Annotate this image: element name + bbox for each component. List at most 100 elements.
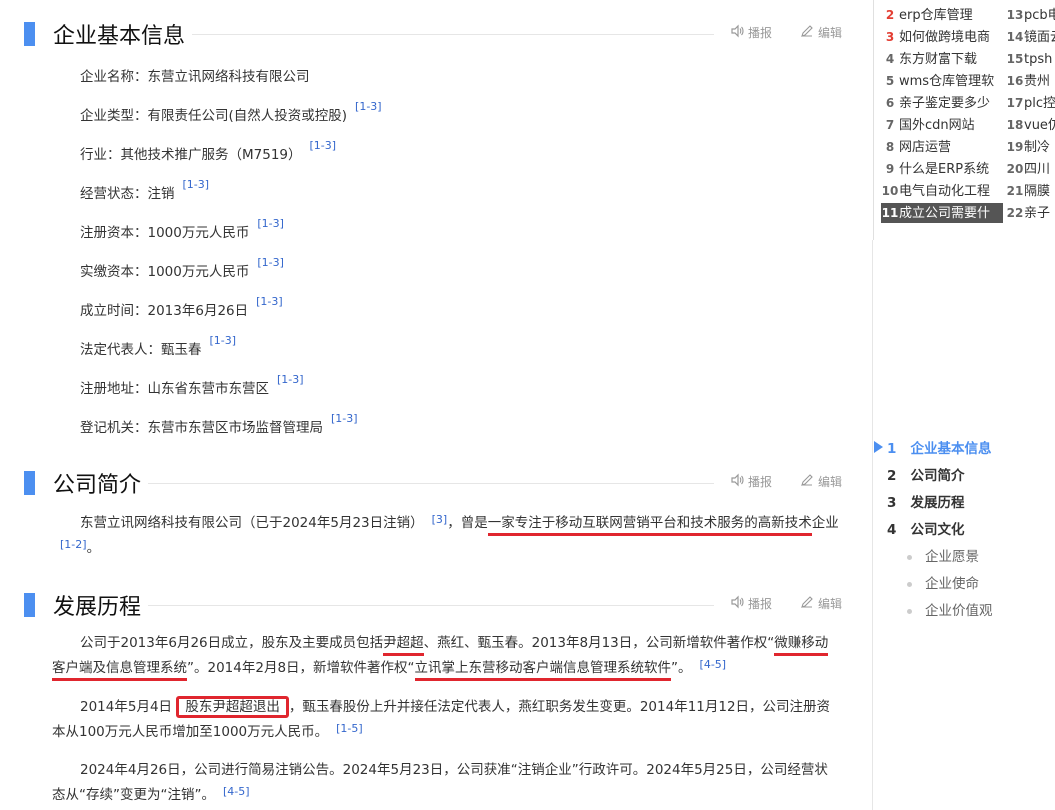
toc-sub-values[interactable]: 企业价值观 [907, 599, 993, 619]
toc-current-indicator [874, 438, 883, 457]
citation-link[interactable]: [4-5] [223, 785, 250, 798]
rank-item[interactable]: 22亲子 [1006, 203, 1055, 223]
citation-link[interactable]: [1-3] [331, 412, 358, 425]
rank-item[interactable]: 3 如何做跨境电商 [881, 27, 1003, 47]
rank-number: 6 [885, 96, 895, 110]
rank-item[interactable]: 14镜面云 [1006, 27, 1055, 47]
highlighted-text: 一家专注于移动互联网营销平台和技术服务的高新技术 [487, 515, 812, 536]
rank-item[interactable]: 4 东方财富下载 [881, 49, 1003, 69]
article-main: 企业基本信息 播报 编辑 企业名称：东营立讯网络科技有限公司 企业类型：有限责任… [0, 0, 860, 810]
rank-item[interactable]: 7 国外cdn网站 [881, 115, 1003, 135]
citation-link[interactable]: [1-3] [257, 217, 284, 230]
edit-label: 编辑 [818, 597, 843, 611]
pencil-icon [800, 24, 814, 41]
rank-item[interactable]: 17plc控 [1006, 93, 1055, 113]
section-marker [24, 471, 35, 495]
play-label: 播报 [748, 26, 773, 40]
citation-link[interactable]: [1-3] [310, 139, 337, 152]
rank-number: 10 [881, 184, 899, 198]
speaker-icon [730, 24, 744, 41]
toc-sub-vision[interactable]: 企业愿景 [907, 545, 979, 565]
info-row-authority: 登记机关：东营市东营区市场监督管理局[1-3] [80, 412, 358, 436]
info-row-type: 企业类型：有限责任公司(自然人投资或控股)[1-3] [80, 100, 382, 124]
rank-label: 隔膜 [1024, 184, 1051, 199]
citation-link[interactable]: [1-2] [60, 538, 87, 551]
rank-item[interactable]: 21隔膜 [1006, 181, 1055, 201]
rank-item[interactable]: 8 网店运营 [881, 137, 1003, 157]
rank-label: erp仓库管理 [899, 8, 973, 23]
info-row-reg-capital: 注册资本：1000万元人民币[1-3] [80, 217, 284, 241]
rank-item[interactable]: 13pcb电 [1006, 5, 1055, 25]
section-marker [24, 22, 35, 46]
info-row-founded: 成立时间：2013年6月26日[1-3] [80, 295, 283, 319]
section-header-history: 发展历程 播报 编辑 [24, 591, 844, 627]
edit-label: 编辑 [818, 26, 843, 40]
citation-link[interactable]: [1-3] [277, 373, 304, 386]
rank-number: 13 [1006, 8, 1024, 22]
rank-item[interactable]: 18vue仿 [1006, 115, 1055, 135]
section-divider [148, 605, 714, 606]
citation-link[interactable]: [1-3] [183, 178, 210, 191]
citation-link[interactable]: [4-5] [700, 658, 727, 671]
rank-label: 什么是ERP系统 [899, 162, 990, 177]
edit-button[interactable]: 编辑 [800, 24, 842, 41]
section-marker [24, 593, 35, 617]
citation-link[interactable]: [1-5] [336, 722, 363, 735]
info-row-paid-capital: 实缴资本：1000万元人民币[1-3] [80, 256, 284, 280]
pencil-icon [800, 595, 814, 612]
toc-item-culture[interactable]: 4 公司文化 [887, 518, 965, 538]
rank-label: 国外cdn网站 [899, 118, 975, 133]
history-paragraph-3: 2024年4月26日，公司进行简易注销公告。2024年5月23日，公司获准“注销… [52, 762, 828, 803]
citation-link[interactable]: [1-3] [355, 100, 382, 113]
info-row-legal-rep: 法定代表人：甄玉春[1-3] [80, 334, 237, 358]
rank-item[interactable]: 2 erp仓库管理 [881, 5, 1003, 25]
rank-item-active[interactable]: 11成立公司需要什 [881, 203, 1003, 223]
rank-number: 5 [885, 74, 895, 88]
play-button[interactable]: 播报 [730, 595, 772, 612]
toc-item-intro[interactable]: 2 公司简介 [887, 464, 965, 484]
rank-item[interactable]: 9 什么是ERP系统 [881, 159, 1003, 179]
section-title: 发展历程 [53, 595, 142, 620]
rank-label: 镜面云 [1024, 30, 1055, 45]
rank-number: 7 [885, 118, 895, 132]
rank-label: 成立公司需要什 [899, 206, 991, 221]
rank-label: 电气自动化工程 [899, 184, 991, 199]
rank-item[interactable]: 6 亲子鉴定要多少 [881, 93, 1003, 113]
play-button[interactable]: 播报 [730, 24, 772, 41]
rank-label: plc控 [1024, 96, 1055, 111]
rank-number: 21 [1006, 184, 1024, 198]
rank-item[interactable]: 20四川 [1006, 159, 1055, 179]
rank-label: 东方财富下载 [899, 52, 978, 67]
rank-item[interactable]: 16贵州 [1006, 71, 1055, 91]
rank-number: 17 [1006, 96, 1024, 110]
citation-link[interactable]: [1-3] [210, 334, 237, 347]
rank-item[interactable]: 15tpsh [1006, 49, 1055, 69]
rank-number: 11 [881, 206, 899, 220]
rank-number: 16 [1006, 74, 1024, 88]
speaker-icon [730, 473, 744, 490]
section-divider [192, 34, 714, 35]
rank-number: 19 [1006, 140, 1024, 154]
edit-button[interactable]: 编辑 [800, 595, 842, 612]
info-row-industry: 行业：其他技术推广服务（M7519）[1-3] [80, 139, 337, 163]
rank-item[interactable]: 5 wms仓库管理软 [881, 71, 1003, 91]
citation-link[interactable]: [1-3] [257, 256, 284, 269]
info-row-name: 企业名称：东营立讯网络科技有限公司 [80, 69, 310, 85]
rank-number: 9 [885, 162, 895, 176]
toc-sub-mission[interactable]: 企业使命 [907, 572, 979, 592]
section-title: 公司简介 [53, 473, 142, 498]
rank-label: vue仿 [1024, 118, 1055, 133]
rank-item[interactable]: 10电气自动化工程 [881, 181, 1003, 201]
citation-link[interactable]: [3] [432, 513, 448, 526]
bullet-icon [907, 581, 912, 587]
play-button[interactable]: 播报 [730, 473, 772, 490]
section-divider [148, 483, 714, 484]
edit-label: 编辑 [818, 475, 843, 489]
rank-item[interactable]: 19制冷 [1006, 137, 1055, 157]
toc-item-history[interactable]: 3 发展历程 [887, 491, 965, 511]
toc-item-basic[interactable]: 1 企业基本信息 [887, 437, 992, 457]
edit-button[interactable]: 编辑 [800, 473, 842, 490]
citation-link[interactable]: [1-3] [256, 295, 283, 308]
section-header-basic: 企业基本信息 播报 编辑 [24, 20, 844, 56]
play-label: 播报 [748, 597, 773, 611]
